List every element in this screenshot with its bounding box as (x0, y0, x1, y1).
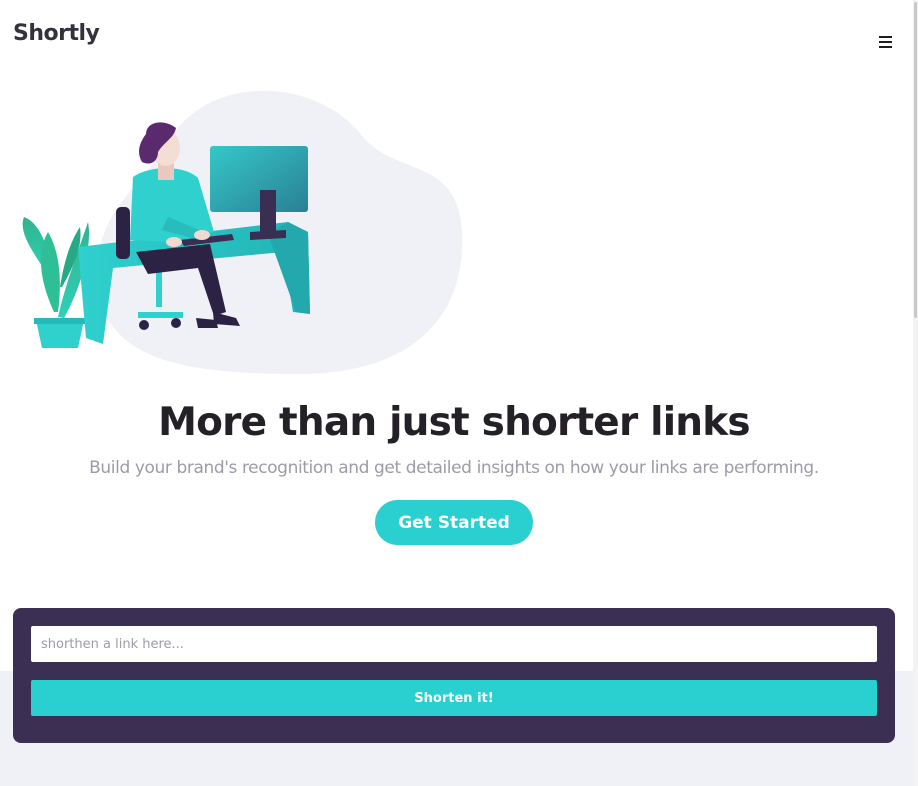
shorten-button[interactable]: Shorten it! (31, 680, 877, 716)
page: Shortly More than just shorter links Bui… (0, 0, 918, 786)
hamburger-menu-icon[interactable] (878, 35, 894, 49)
hero-title: More than just shorter links (158, 400, 750, 445)
hero-illustration (22, 90, 463, 374)
shorten-form: Shorten it! (13, 608, 895, 743)
hero-subtitle: Build your brand's recognition and get d… (89, 458, 819, 478)
get-started-button[interactable]: Get Started (375, 500, 533, 545)
scrollbar[interactable] (913, 0, 918, 786)
link-input[interactable] (31, 626, 877, 662)
logo[interactable]: Shortly (13, 21, 100, 46)
scrollbar-thumb[interactable] (914, 2, 917, 318)
